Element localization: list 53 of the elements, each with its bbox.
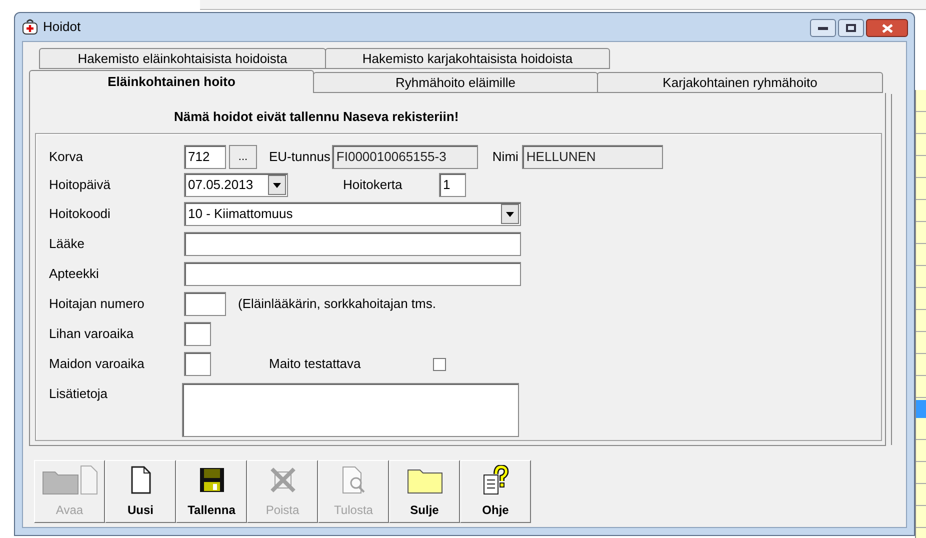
tab[interactable]: Karjakohtainen ryhmähoito bbox=[597, 72, 883, 93]
date-picker[interactable]: 07.05.2013 bbox=[184, 173, 288, 197]
field-label: Hoitopäivä bbox=[49, 176, 112, 194]
toolbar-button[interactable]: Tallenna bbox=[176, 460, 247, 523]
input-field[interactable]: 1 bbox=[439, 173, 466, 197]
first-aid-icon bbox=[21, 18, 39, 36]
tab[interactable]: Eläinkohtainen hoito bbox=[29, 70, 314, 93]
notice-text: Nämä hoidot eivät tallennu Naseva rekisteriin! bbox=[174, 108, 459, 126]
field-label: Hoitokerta bbox=[343, 176, 404, 194]
tab[interactable]: Hakemisto eläinkohtaisista hoidoista bbox=[39, 48, 326, 69]
input-field: HELLUNEN bbox=[522, 145, 664, 169]
close-icon bbox=[882, 24, 892, 32]
maximize-button[interactable] bbox=[838, 19, 864, 37]
toolbar-button[interactable]: Uusi bbox=[105, 460, 176, 523]
tab[interactable]: Ryhmähoito eläimille bbox=[313, 72, 598, 93]
field-label: Nimi bbox=[492, 148, 518, 166]
input-field[interactable] bbox=[184, 232, 521, 256]
input-field: FI000010065155-3 bbox=[332, 145, 478, 169]
field-label: Apteekki bbox=[49, 265, 100, 284]
maximize-icon bbox=[846, 24, 856, 32]
field-label: Maidon varoaika bbox=[49, 355, 146, 374]
help-document-icon bbox=[482, 465, 508, 495]
document-icon bbox=[130, 466, 152, 494]
dropdown[interactable]: 10 - Kiimattomuus bbox=[184, 202, 521, 226]
input-field[interactable] bbox=[184, 262, 521, 286]
cross-icon bbox=[270, 467, 296, 493]
toolbar-button[interactable]: Sulje bbox=[389, 460, 460, 523]
input-field[interactable] bbox=[184, 292, 226, 316]
input-field[interactable] bbox=[184, 352, 211, 376]
field-label: Lisätietoja bbox=[49, 385, 109, 403]
minimize-button[interactable] bbox=[810, 19, 836, 37]
tab[interactable]: Hakemisto karjakohtaisista hoidoista bbox=[325, 48, 610, 69]
field-label: Hoitokoodi bbox=[49, 205, 112, 224]
browse-button[interactable]: ... bbox=[229, 145, 257, 169]
checkbox[interactable] bbox=[433, 358, 446, 370]
field-label: Lääke bbox=[49, 235, 86, 254]
close-button[interactable] bbox=[866, 19, 908, 37]
hint-text: (Eläinlääkärin, sorkkahoitajan tms. bbox=[238, 295, 436, 314]
document-magnifier-icon bbox=[340, 466, 366, 494]
field-label: EU-tunnus bbox=[269, 148, 330, 166]
dropdown-arrow-icon bbox=[273, 182, 281, 188]
toolbar-button[interactable]: Ohje bbox=[460, 460, 531, 523]
input-field[interactable]: 712 bbox=[184, 145, 226, 169]
minimize-icon bbox=[818, 26, 828, 30]
field-label: Hoitajan numero bbox=[49, 295, 146, 314]
field-label: Korva bbox=[49, 148, 84, 166]
field-label: Lihan varoaika bbox=[49, 325, 135, 344]
window-title: Hoidot bbox=[43, 18, 81, 36]
text-area[interactable] bbox=[182, 383, 519, 437]
field-label: Maito testattava bbox=[269, 355, 362, 374]
input-field[interactable] bbox=[184, 322, 211, 346]
dropdown-arrow-icon bbox=[506, 212, 514, 216]
folder-document-icon bbox=[40, 464, 98, 496]
